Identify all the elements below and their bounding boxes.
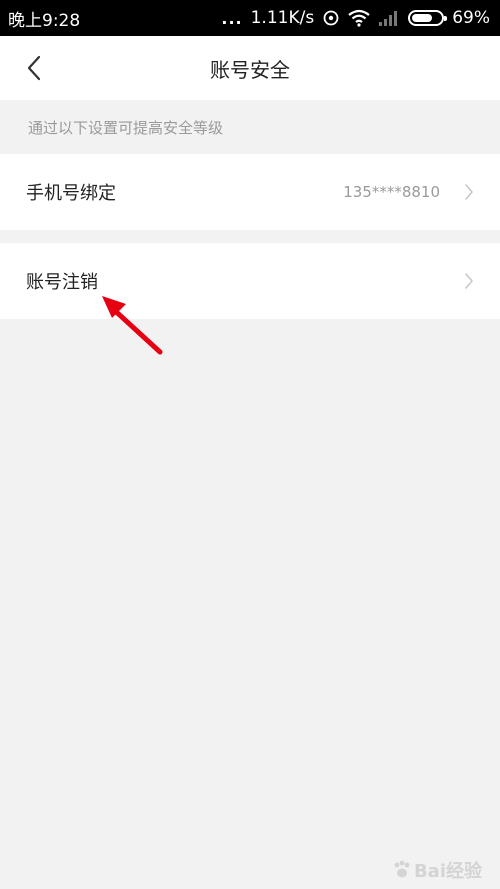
status-time: 晚上9:28 xyxy=(8,10,81,31)
security-hint: 通过以下设置可提高安全等级 xyxy=(28,118,224,137)
nav-bar: 账号安全 xyxy=(0,36,500,100)
watermark: Bai经验 xyxy=(392,857,482,883)
annotation-arrow-icon xyxy=(102,296,163,355)
battery-icon xyxy=(408,10,448,26)
phone-number-value: 135****8810 xyxy=(343,183,440,201)
signal-icon xyxy=(378,10,400,26)
wifi-icon xyxy=(348,9,370,27)
notification-dots: ... xyxy=(221,8,243,28)
sync-icon xyxy=(322,9,340,27)
back-button[interactable] xyxy=(18,52,50,84)
account-cancel-row[interactable]: 账号注销 xyxy=(0,243,500,319)
paw-logo-icon xyxy=(394,860,410,878)
chevron-right-icon xyxy=(464,183,474,201)
chevron-right-icon xyxy=(464,272,474,290)
watermark-text: Bai经验 xyxy=(413,861,482,882)
battery-fill xyxy=(412,14,432,22)
phone-binding-row[interactable]: 手机号绑定 135****8810 xyxy=(0,154,500,230)
status-icons: ... 1.11K/s 69% xyxy=(221,8,490,28)
status-bar: 晚上9:28 ... 1.11K/s 69% xyxy=(0,0,500,36)
phone-binding-label: 手机号绑定 xyxy=(26,183,116,204)
chevron-left-icon xyxy=(27,55,41,81)
battery-percent: 69% xyxy=(452,8,490,28)
page-title: 账号安全 xyxy=(210,57,290,82)
network-speed: 1.11K/s xyxy=(250,8,315,28)
account-cancel-label: 账号注销 xyxy=(26,272,98,293)
